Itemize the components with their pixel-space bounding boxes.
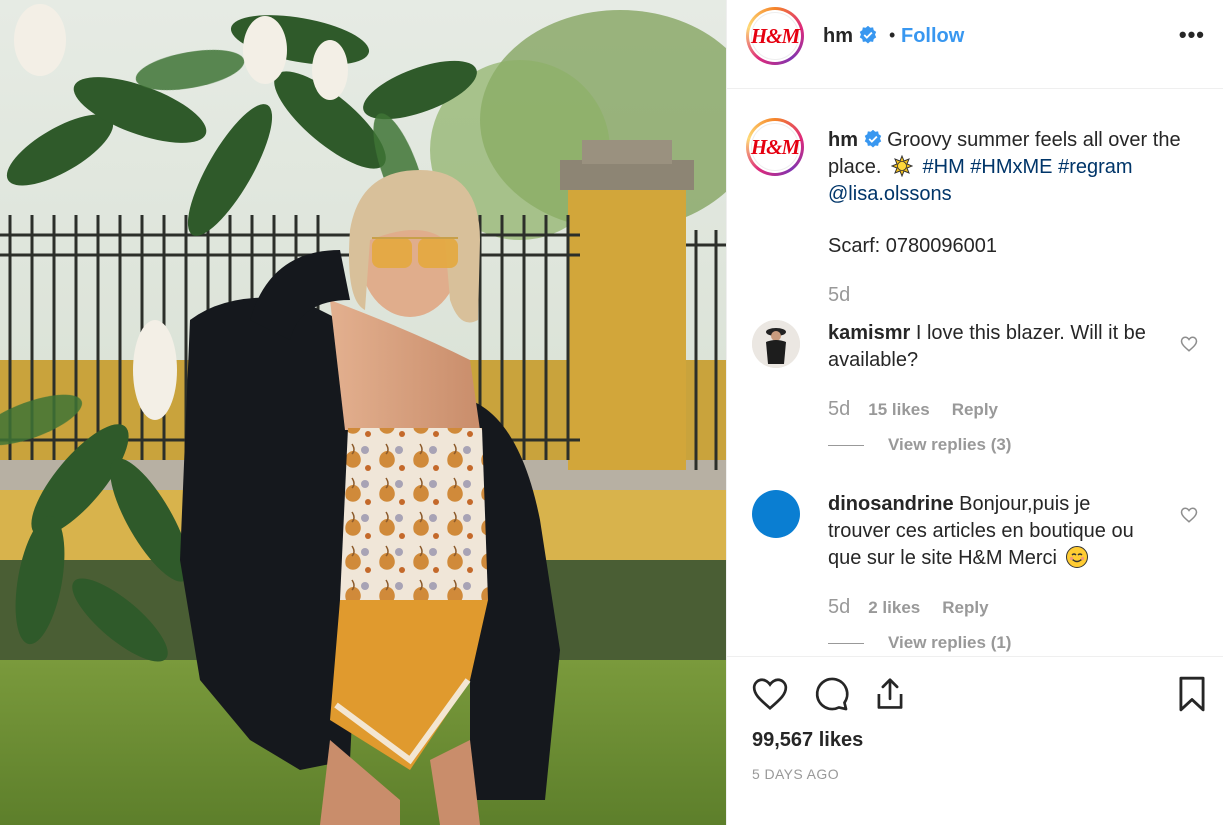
smiling-face-emoji-icon xyxy=(1065,546,1088,568)
caption-username[interactable]: hm xyxy=(828,129,858,151)
header-username[interactable]: hm xyxy=(823,25,877,48)
post-date[interactable]: 5 DAYS AGO xyxy=(752,766,839,782)
comments-list[interactable]: H&M hm Groovy summer feels all over the … xyxy=(727,90,1223,656)
replies-divider-line xyxy=(828,642,864,644)
profile-avatar[interactable]: H&M xyxy=(746,7,804,65)
post-actions: 99,567 likes 5 DAYS AGO xyxy=(727,656,1223,825)
comment-likes[interactable]: 15 likes xyxy=(868,400,929,420)
hashtag-hm[interactable]: #HM xyxy=(923,156,965,178)
view-replies-button[interactable]: View replies (1) xyxy=(828,633,1011,653)
hm-logo: H&M xyxy=(751,123,800,171)
post-side-panel: H&M hm • Follow ••• H&M hm Groovy summer… xyxy=(726,0,1223,825)
comment-username[interactable]: dinosandrine xyxy=(828,493,954,515)
view-replies-button[interactable]: View replies (3) xyxy=(828,435,1011,455)
comment-text: dinosandrine Bonjour,puis je trouver ces… xyxy=(828,491,1158,572)
post-photo-illustration xyxy=(0,0,726,825)
comment-avatar-kamismr[interactable] xyxy=(752,320,800,368)
mention-lisa-olssons[interactable]: @lisa.olssons xyxy=(828,183,952,205)
hm-logo: H&M xyxy=(751,12,800,60)
bookmark-icon[interactable] xyxy=(1176,675,1208,713)
caption-scarf-line: Scarf: 0780096001 xyxy=(828,235,998,257)
comment-likes[interactable]: 2 likes xyxy=(868,598,920,618)
view-replies-label[interactable]: View replies (3) xyxy=(888,435,1011,455)
post-image[interactable] xyxy=(0,0,726,825)
avatar-photo-icon xyxy=(752,320,800,368)
replies-divider-line xyxy=(828,444,864,446)
header-separator: • xyxy=(889,25,896,45)
comment-text: kamismr I love this blazer. Will it be a… xyxy=(828,320,1158,374)
header-username-text[interactable]: hm xyxy=(823,25,853,47)
comment-meta: 5d 2 likes Reply xyxy=(828,596,989,619)
verified-badge-icon xyxy=(859,26,876,44)
heart-icon[interactable] xyxy=(751,675,789,713)
likes-count[interactable]: 99,567 likes xyxy=(752,729,863,752)
comment-username[interactable]: kamismr xyxy=(828,322,910,344)
follow-button[interactable]: Follow xyxy=(901,25,964,48)
caption-text: hm Groovy summer feels all over the plac… xyxy=(828,127,1198,208)
comment-time[interactable]: 5d xyxy=(828,398,850,421)
caption-timestamp[interactable]: 5d xyxy=(828,284,850,307)
comment-like-heart-icon[interactable] xyxy=(1180,506,1198,524)
comment-icon[interactable] xyxy=(812,675,850,713)
hashtag-hmxme[interactable]: #HMxME xyxy=(970,156,1052,178)
reply-button[interactable]: Reply xyxy=(942,598,988,618)
more-options-icon[interactable]: ••• xyxy=(1179,22,1205,48)
share-icon[interactable] xyxy=(871,675,909,713)
view-replies-label[interactable]: View replies (1) xyxy=(888,633,1011,653)
reply-button[interactable]: Reply xyxy=(952,400,998,420)
comment-meta: 5d 15 likes Reply xyxy=(828,398,998,421)
sun-emoji-icon xyxy=(890,154,914,178)
comment-time[interactable]: 5d xyxy=(828,596,850,619)
comment-avatar-dinosandrine[interactable] xyxy=(752,490,800,538)
comment-like-heart-icon[interactable] xyxy=(1180,335,1198,353)
post-header: H&M hm • Follow ••• xyxy=(727,0,1223,89)
caption-avatar[interactable]: H&M xyxy=(746,118,804,176)
verified-badge-icon xyxy=(864,130,881,148)
hashtag-regram[interactable]: #regram xyxy=(1058,156,1132,178)
